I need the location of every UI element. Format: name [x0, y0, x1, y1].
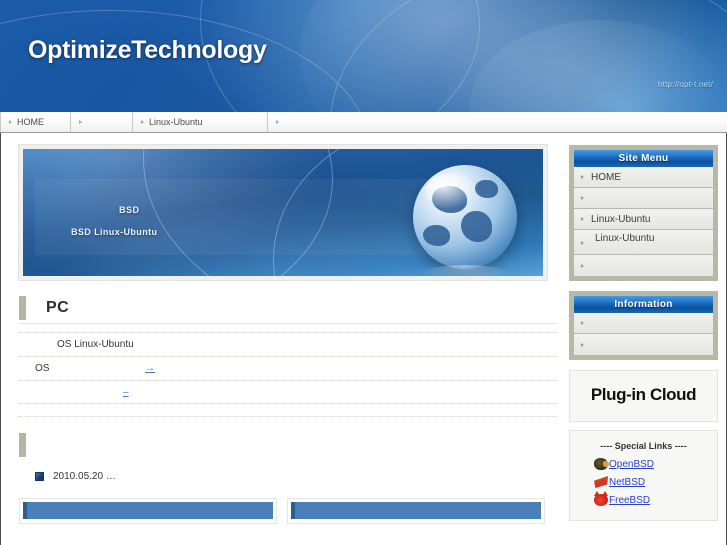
- chevron-right-icon: [141, 120, 144, 124]
- table-row: OS →: [19, 356, 557, 380]
- site-menu-title: Site Menu: [574, 150, 713, 167]
- special-links-box: ---- Special Links ---- OpenBSD NetBSD F…: [569, 430, 718, 521]
- page-root: OptimizeTechnology http://opt-t.net/ HOM…: [0, 0, 727, 545]
- section-heading-news: [19, 431, 557, 461]
- table-row: –: [19, 380, 557, 404]
- gnav-item-blank-1[interactable]: [70, 112, 132, 132]
- chevron-right-icon: [581, 217, 584, 221]
- sidebar-item-blank-2[interactable]: [574, 255, 713, 276]
- page-body: BSD BSD Linux-Ubuntu PC OS Linux-Ubuntu …: [0, 133, 727, 545]
- plugin-cloud-title: Plug-in Cloud: [590, 385, 697, 404]
- spec-term: OS: [35, 363, 50, 374]
- news-date: 2010.05.20 …: [53, 471, 116, 482]
- chevron-right-icon: [581, 263, 584, 268]
- chevron-right-icon: [276, 120, 279, 124]
- site-title: OptimizeTechnology: [28, 36, 267, 64]
- gnav-item-home[interactable]: HOME: [0, 112, 70, 132]
- chevron-right-icon: [581, 175, 584, 179]
- globe-reflection: [417, 265, 513, 276]
- heading-accent-bar: [19, 295, 26, 320]
- sidebar-item-label: Linux-Ubuntu: [591, 213, 651, 225]
- globe-highlight: [425, 173, 478, 209]
- information-item-1[interactable]: [574, 313, 713, 334]
- sidebar-item-label: HOME: [591, 171, 621, 183]
- gnav-item-label: HOME: [17, 117, 44, 127]
- bottom-box-right: [287, 498, 545, 524]
- sidebar: Site Menu HOME Linux-Ubuntu Linux-Ubuntu: [565, 139, 718, 545]
- bottom-box-row: [19, 498, 557, 524]
- chevron-right-icon: [581, 241, 584, 245]
- site-header: OptimizeTechnology http://opt-t.net/: [0, 0, 727, 112]
- gnav-item-label: Linux-Ubuntu: [149, 117, 203, 127]
- information-item-2[interactable]: [574, 334, 713, 355]
- freebsd-daemon-icon: [594, 491, 608, 506]
- special-links-title: ---- Special Links ----: [600, 441, 687, 451]
- spec-description: OS Linux-Ubuntu: [57, 339, 134, 350]
- openbsd-puffer-icon: [594, 458, 609, 470]
- sidebar-item-home[interactable]: HOME: [574, 167, 713, 188]
- bottom-box-left-header: [23, 502, 273, 519]
- spec-table: OS Linux-Ubuntu OS → –: [19, 332, 557, 404]
- chevron-right-icon: [79, 120, 82, 124]
- bottom-box-left: [19, 498, 277, 524]
- section-heading-pc: PC: [19, 294, 557, 324]
- netbsd-flag-icon: [594, 476, 608, 488]
- sidebar-item-blank-1[interactable]: [574, 188, 713, 209]
- special-link-freebsd[interactable]: FreeBSD: [576, 491, 711, 506]
- news-bullet-icon: [35, 472, 44, 481]
- page-banner: BSD BSD Linux-Ubuntu: [18, 144, 548, 281]
- chevron-right-icon: [581, 321, 584, 325]
- special-link-openbsd[interactable]: OpenBSD: [576, 458, 711, 470]
- banner-line-1: BSD: [119, 205, 140, 215]
- spec-dash-link[interactable]: –: [123, 387, 129, 398]
- chevron-right-icon: [581, 342, 584, 347]
- banner-text-plate: [35, 179, 465, 255]
- special-link-label[interactable]: NetBSD: [609, 477, 645, 488]
- sidebar-item-label: Linux-Ubuntu: [595, 233, 655, 244]
- table-row: OS Linux-Ubuntu: [19, 332, 557, 356]
- spec-arrow-link[interactable]: →: [145, 363, 155, 374]
- global-navigation: HOME Linux-Ubuntu: [0, 112, 727, 133]
- content-divider: [19, 416, 557, 417]
- gnav-item-blank-2[interactable]: [267, 112, 362, 132]
- special-link-netbsd[interactable]: NetBSD: [576, 476, 711, 488]
- list-item[interactable]: 2010.05.20 …: [35, 471, 557, 482]
- bottom-box-right-header: [291, 502, 541, 519]
- main-content: BSD BSD Linux-Ubuntu PC OS Linux-Ubuntu …: [5, 139, 565, 545]
- panel-information: Information: [569, 291, 718, 360]
- site-url-text: http://opt-t.net/: [658, 80, 713, 89]
- sidebar-item-linux-ubuntu-2[interactable]: Linux-Ubuntu: [574, 230, 713, 255]
- sidebar-item-linux-ubuntu-1[interactable]: Linux-Ubuntu: [574, 209, 713, 230]
- globe-icon: [413, 165, 517, 269]
- special-link-label[interactable]: FreeBSD: [609, 495, 650, 506]
- panel-site-menu: Site Menu HOME Linux-Ubuntu Linux-Ubuntu: [569, 145, 718, 281]
- heading-accent-bar: [19, 433, 26, 457]
- banner-line-2: BSD Linux-Ubuntu: [71, 227, 158, 237]
- chevron-right-icon: [9, 120, 12, 124]
- gnav-item-linux-ubuntu[interactable]: Linux-Ubuntu: [132, 112, 267, 132]
- chevron-right-icon: [581, 196, 584, 200]
- page-title: PC: [46, 298, 70, 316]
- information-title: Information: [574, 296, 713, 313]
- plugin-cloud-box: Plug-in Cloud: [569, 370, 718, 422]
- special-link-label[interactable]: OpenBSD: [609, 459, 654, 470]
- news-list: 2010.05.20 …: [19, 471, 557, 482]
